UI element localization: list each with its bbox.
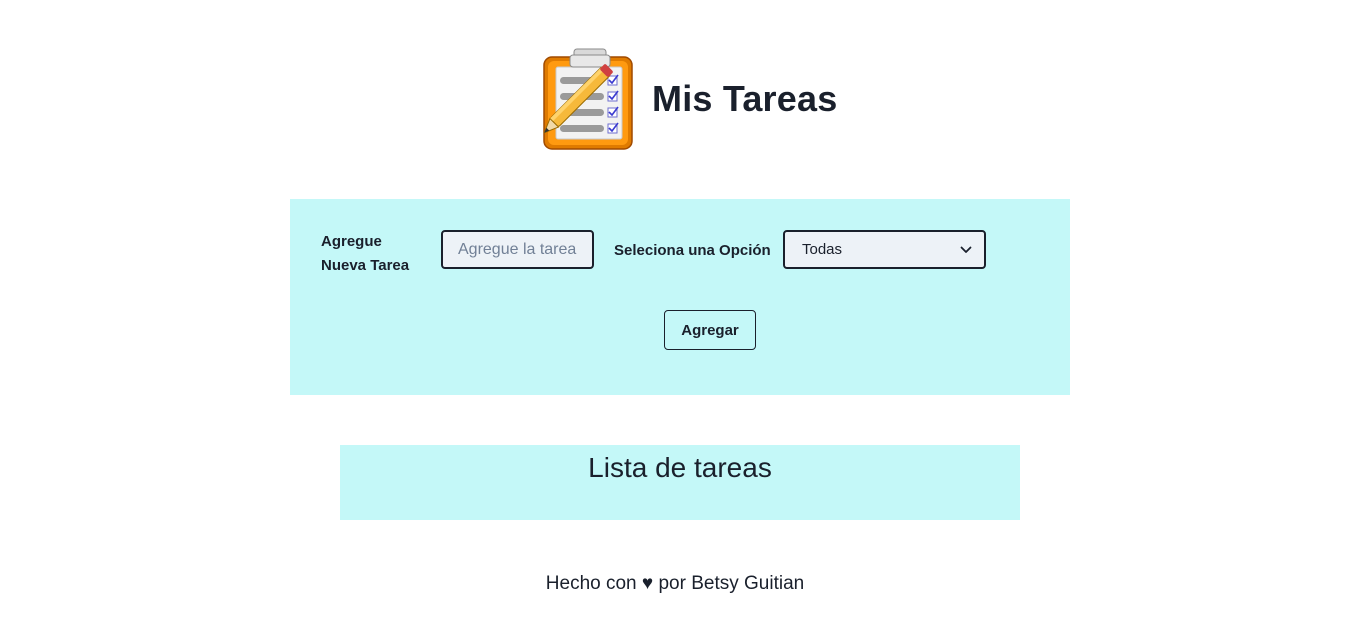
filter-selected-value: Todas — [802, 241, 843, 258]
heart-icon: ♥ — [641, 573, 654, 594]
filter-select-label: Seleciona una Opción — [614, 242, 771, 259]
task-list-panel: Lista de tareas — [340, 445, 1020, 520]
filter-select[interactable]: Todas — [783, 230, 986, 269]
add-task-form: Agregue Nueva Tarea Seleciona una Opción… — [290, 199, 1070, 395]
footer: Hecho con ♥ por Betsy Guitian — [0, 573, 1350, 595]
new-task-label: Agregue Nueva Tarea — [321, 233, 410, 274]
app-title: Mis Tareas — [652, 78, 838, 119]
footer-author: por Betsy Guitian — [658, 573, 805, 594]
clipboard-checklist-icon — [543, 48, 633, 150]
app-header: Mis Tareas — [530, 47, 837, 151]
task-list-title: Lista de tareas — [588, 452, 772, 483]
new-task-input[interactable] — [441, 230, 594, 269]
footer-prefix: Hecho con — [545, 573, 637, 594]
chevron-down-icon — [948, 232, 984, 267]
add-task-button[interactable]: Agregar — [664, 310, 756, 350]
